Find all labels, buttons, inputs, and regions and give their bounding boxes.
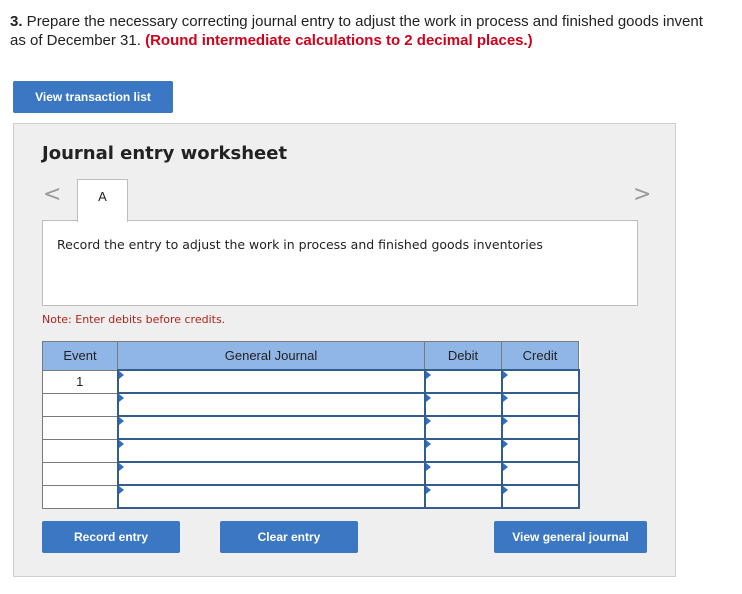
event-cell	[42, 484, 118, 509]
table-row: 1	[42, 369, 580, 394]
event-cell	[42, 415, 118, 440]
table-row	[42, 438, 580, 463]
credit-input[interactable]	[500, 438, 580, 463]
account-input[interactable]	[116, 369, 426, 394]
next-arrow-icon[interactable]: >	[633, 184, 651, 206]
question-text: 3. Prepare the necessary correcting jour…	[10, 12, 742, 50]
tab-a[interactable]: A	[77, 179, 128, 222]
table-row	[42, 461, 580, 486]
rounding-warning: (Round intermediate calculations to 2 de…	[145, 32, 533, 49]
event-cell	[42, 392, 118, 417]
account-input[interactable]	[116, 415, 426, 440]
debit-input[interactable]	[423, 461, 503, 486]
question-line-2: as of December 31. (Round intermediate c…	[10, 31, 742, 50]
entry-description-box: Record the entry to adjust the work in p…	[42, 220, 638, 306]
debit-input[interactable]	[423, 392, 503, 417]
journal-table: Event General Journal Debit Credit 1	[42, 341, 580, 509]
entry-instruction: Record the entry to adjust the work in p…	[57, 237, 543, 252]
account-input[interactable]	[116, 484, 426, 509]
debit-input[interactable]	[423, 484, 503, 509]
clear-entry-button[interactable]: Clear entry	[220, 521, 358, 553]
table-row	[42, 415, 580, 440]
header-general-journal: General Journal	[117, 341, 425, 371]
account-input[interactable]	[116, 438, 426, 463]
record-entry-button[interactable]: Record entry	[42, 521, 180, 553]
account-input[interactable]	[116, 392, 426, 417]
question-body: Prepare the necessary correcting journal…	[22, 13, 703, 30]
table-row	[42, 484, 580, 509]
credit-input[interactable]	[500, 461, 580, 486]
question-number: 3.	[10, 13, 23, 30]
credit-input[interactable]	[500, 484, 580, 509]
header-debit: Debit	[424, 341, 502, 371]
prev-arrow-icon[interactable]: <	[43, 184, 61, 206]
account-input[interactable]	[116, 461, 426, 486]
worksheet-title: Journal entry worksheet	[42, 143, 288, 164]
debit-input[interactable]	[423, 369, 503, 394]
event-cell	[42, 438, 118, 463]
view-general-journal-button[interactable]: View general journal	[494, 521, 647, 553]
debit-input[interactable]	[423, 415, 503, 440]
debit-input[interactable]	[423, 438, 503, 463]
debit-credit-note: Note: Enter debits before credits.	[42, 313, 226, 326]
credit-input[interactable]	[500, 415, 580, 440]
view-transaction-list-button[interactable]: View transaction list	[13, 81, 173, 113]
credit-input[interactable]	[500, 392, 580, 417]
event-cell: 1	[42, 369, 118, 394]
header-credit: Credit	[501, 341, 579, 371]
journal-header-row: Event General Journal Debit Credit	[42, 341, 579, 371]
header-event: Event	[42, 341, 118, 371]
credit-input[interactable]	[500, 369, 580, 394]
question-body-2: as of December 31.	[10, 32, 146, 49]
question-line-1: 3. Prepare the necessary correcting jour…	[10, 12, 742, 31]
table-row	[42, 392, 580, 417]
event-cell	[42, 461, 118, 486]
